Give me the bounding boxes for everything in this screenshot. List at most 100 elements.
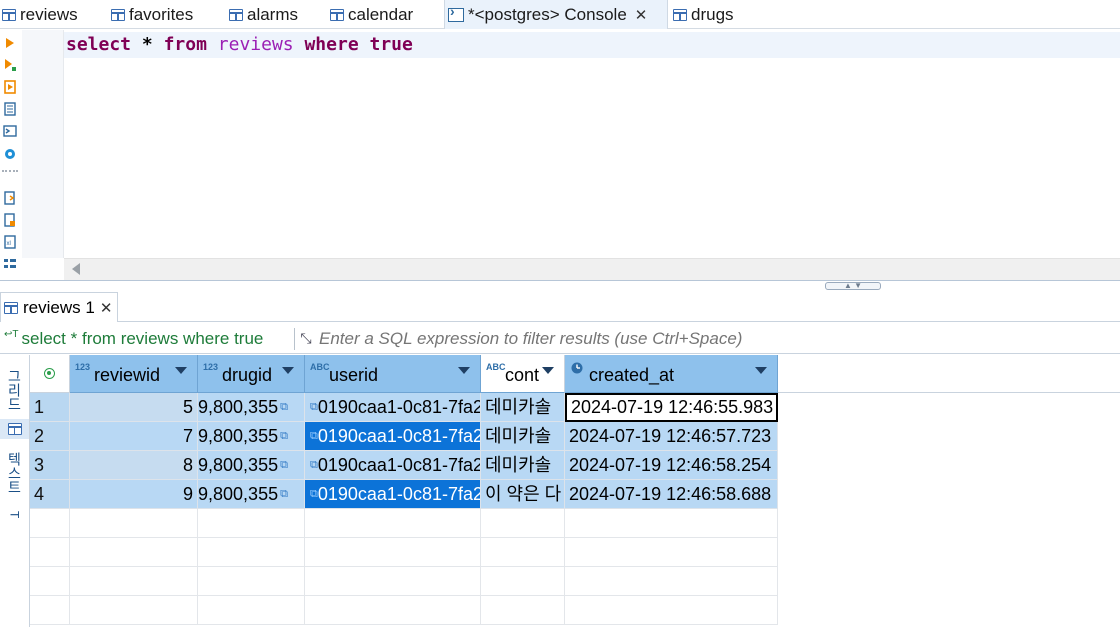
load-script-icon[interactable]: [3, 191, 17, 205]
cell-reviewid[interactable]: 9: [70, 480, 198, 509]
cell-drugid[interactable]: 99,800,355⧉: [198, 393, 305, 422]
explain-plan-icon[interactable]: [3, 124, 17, 138]
export-script-icon[interactable]: xl: [3, 235, 17, 249]
sort-dropdown-icon[interactable]: [458, 367, 470, 374]
text-view-icon[interactable]: T: [0, 505, 29, 525]
text-type-icon: ABC: [310, 362, 330, 372]
empty-row: [30, 567, 70, 596]
row-selector-icon: [44, 368, 55, 379]
cell-userid[interactable]: ⧉0190caa1-0c81-7fa2: [305, 393, 481, 422]
column-header-created-at[interactable]: created_at: [565, 355, 778, 393]
column-header-label: drugid: [222, 365, 273, 385]
presentation-switcher: 그리드 텍스트 T: [0, 355, 30, 627]
cell-cont[interactable]: 데미카솔: [481, 393, 565, 422]
grid-view-icon[interactable]: [0, 419, 29, 439]
cell-userid[interactable]: ⧉0190caa1-0c81-7fa2: [305, 480, 481, 509]
cell-value: 99,800,355: [198, 426, 279, 446]
foreign-key-link-icon[interactable]: ⧉: [280, 430, 288, 442]
row-number[interactable]: 2: [30, 422, 70, 451]
foreign-key-link-icon[interactable]: ⧉: [280, 488, 288, 500]
foreign-key-link-icon[interactable]: ⧉: [310, 401, 318, 413]
execute-script-icon[interactable]: [3, 80, 17, 94]
column-header-label: reviewid: [94, 365, 161, 385]
tab-text[interactable]: 텍스트: [0, 443, 29, 503]
sort-dropdown-icon[interactable]: [282, 367, 294, 374]
cell-created-at[interactable]: 2024-07-19 12:46:57.723: [565, 422, 778, 451]
cell-reviewid[interactable]: 5: [70, 393, 198, 422]
cell-created-at[interactable]: 2024-07-19 12:46:58.254: [565, 451, 778, 480]
tab-favorites[interactable]: favorites: [111, 0, 193, 29]
expand-icon[interactable]: ⤡: [295, 330, 317, 347]
tab-reviews[interactable]: reviews: [2, 0, 78, 29]
scroll-left-icon[interactable]: [72, 263, 80, 275]
tab-drugs[interactable]: drugs: [673, 0, 734, 29]
cell-cont[interactable]: 데미카솔: [481, 422, 565, 451]
tab-label: calendar: [348, 4, 414, 24]
cell-drugid[interactable]: 99,800,355⧉: [198, 480, 305, 509]
tab-grid[interactable]: 그리드: [0, 361, 29, 419]
sql-keyword: select: [66, 34, 132, 55]
foreign-key-link-icon[interactable]: ⧉: [310, 488, 318, 500]
cell-created-at[interactable]: 2024-07-19 12:46:58.688: [565, 480, 778, 509]
row-number[interactable]: 3: [30, 451, 70, 480]
console-icon: [448, 3, 464, 22]
cell-value: 99,800,355: [198, 397, 279, 417]
result-tab-label: reviews 1: [23, 297, 95, 317]
sql-editor[interactable]: select * from reviews where true: [64, 30, 1120, 258]
column-header-reviewid[interactable]: 123 reviewid: [70, 355, 198, 393]
sort-dropdown-icon[interactable]: [755, 367, 767, 374]
foreign-key-link-icon[interactable]: ⧉: [310, 430, 318, 442]
row-number[interactable]: 4: [30, 480, 70, 509]
tab-alarms[interactable]: alarms: [229, 0, 298, 29]
tab-label: alarms: [247, 4, 299, 24]
empty-cell: [481, 567, 565, 596]
sql-keyword: from: [163, 34, 207, 55]
cell-value: 0190caa1-0c81-7fa2: [317, 397, 481, 417]
panel-splitter[interactable]: [0, 280, 1120, 290]
tab-console[interactable]: *<postgres> Console ✕: [444, 0, 668, 29]
editor-horizontal-scrollbar[interactable]: [64, 258, 1120, 280]
clock-type-icon: [571, 362, 583, 374]
save-script-icon[interactable]: [3, 213, 17, 227]
sql-line[interactable]: select * from reviews where true: [64, 32, 1120, 58]
cell-userid[interactable]: ⧉0190caa1-0c81-7fa2: [305, 451, 481, 480]
column-header-drugid[interactable]: 123 drugid: [198, 355, 305, 393]
tab-calendar[interactable]: calendar: [330, 0, 413, 29]
sort-dropdown-icon[interactable]: [542, 367, 554, 374]
empty-cell: [70, 538, 198, 567]
filter-input[interactable]: [317, 328, 1120, 349]
settings-gear-icon[interactable]: [3, 147, 17, 161]
execute-script-new-tab-icon[interactable]: [3, 102, 17, 116]
foreign-key-link-icon[interactable]: ⧉: [310, 459, 318, 471]
select-all-corner[interactable]: [30, 355, 70, 393]
empty-cell: [70, 567, 198, 596]
execute-in-new-tab-icon[interactable]: [3, 58, 17, 72]
results-grid: 123 reviewid 123 drugid ABC userid ABC c…: [30, 355, 1120, 627]
cell-reviewid[interactable]: 7: [70, 422, 198, 451]
cell-value: 0190caa1-0c81-7fa2: [317, 455, 481, 475]
cell-cont[interactable]: 이 약은 다: [481, 480, 565, 509]
foreign-key-link-icon[interactable]: ⧉: [280, 401, 288, 413]
cell-drugid[interactable]: 99,800,355⧉: [198, 451, 305, 480]
cell-drugid[interactable]: 99,800,355⧉: [198, 422, 305, 451]
cell-value: 0190caa1-0c81-7fa2: [317, 426, 481, 446]
cell-userid[interactable]: ⧉0190caa1-0c81-7fa2: [305, 422, 481, 451]
query-text[interactable]: ↩T select * from reviews where true: [0, 329, 294, 349]
foreign-key-link-icon[interactable]: ⧉: [280, 459, 288, 471]
tab-reviews-1[interactable]: reviews 1 ✕: [0, 292, 118, 322]
column-header-cont[interactable]: ABC cont: [481, 355, 565, 393]
close-icon[interactable]: ✕: [100, 299, 113, 317]
close-icon[interactable]: ✕: [635, 6, 648, 24]
sql-keyword: true: [369, 34, 413, 55]
outline-view-icon[interactable]: [3, 257, 17, 271]
row-number[interactable]: 1: [30, 393, 70, 422]
cell-cont[interactable]: 데미카솔: [481, 451, 565, 480]
cell-reviewid[interactable]: 8: [70, 451, 198, 480]
empty-cell: [198, 538, 305, 567]
column-header-userid[interactable]: ABC userid: [305, 355, 481, 393]
sort-dropdown-icon[interactable]: [175, 367, 187, 374]
numeric-type-icon: 123: [203, 362, 219, 372]
splitter-toggle-icon[interactable]: ▲ ▼: [825, 282, 881, 290]
execute-statement-icon[interactable]: [3, 36, 17, 50]
cell-created-at[interactable]: 2024-07-19 12:46:55.983: [565, 393, 778, 422]
